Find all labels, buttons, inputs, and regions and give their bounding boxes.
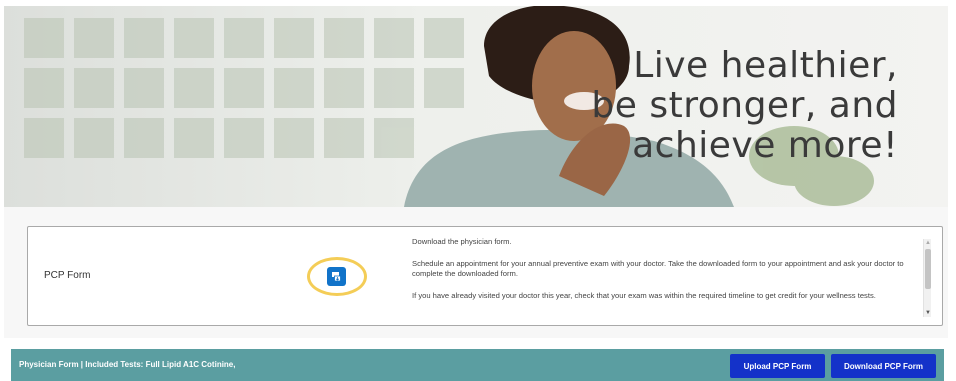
headline-line-3: achieve more!	[632, 125, 898, 166]
pcp-form-label: PCP Form	[44, 270, 91, 281]
headline-line-2: be stronger, and	[591, 85, 898, 126]
scroll-up-arrow-icon[interactable]: ▲	[924, 239, 932, 247]
instruction-text: Download the physician form.	[412, 237, 512, 246]
instruction-text: Schedule an appointment for your annual …	[412, 259, 904, 278]
upload-pcp-form-button[interactable]: Upload PCP Form	[730, 354, 825, 378]
instruction-text: If you have already visited your doctor …	[412, 291, 876, 300]
physician-form-bar: Physician Form | Included Tests: Full Li…	[11, 349, 944, 381]
headline-line-1: Live healthier,	[633, 45, 898, 86]
download-form-icon	[332, 272, 341, 282]
scroll-down-arrow-icon[interactable]: ▼	[924, 309, 932, 317]
pcp-form-card: PCP Form Download the physician form. Sc…	[27, 226, 943, 326]
download-form-button[interactable]	[327, 267, 346, 286]
download-pcp-form-button[interactable]: Download PCP Form	[831, 354, 936, 378]
hero-headline: Live healthier, be stronger, and achieve…	[591, 46, 898, 166]
instructions-scrollbar[interactable]: ▲ ▼	[923, 239, 931, 317]
hero-banner: Live healthier, be stronger, and achieve…	[4, 6, 948, 207]
included-tests-text: Physician Form | Included Tests: Full Li…	[19, 360, 236, 369]
scroll-thumb[interactable]	[925, 249, 931, 289]
pcp-instructions: Download the physician form. Schedule an…	[412, 237, 922, 319]
